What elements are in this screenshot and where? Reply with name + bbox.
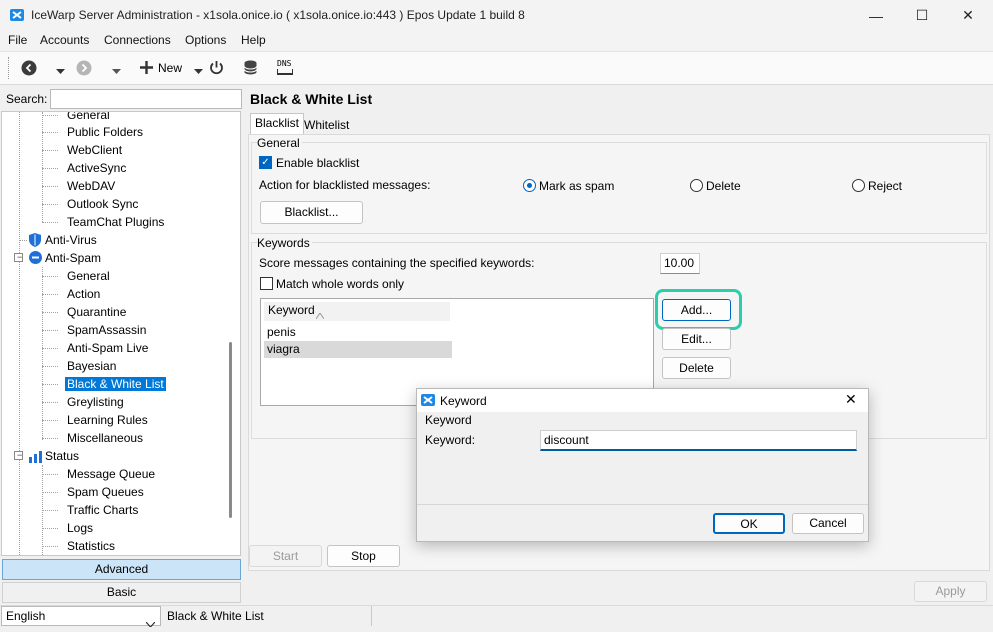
blacklist-button[interactable]: Blacklist...: [260, 201, 363, 224]
tree-item-bayesian[interactable]: Bayesian: [42, 357, 118, 375]
language-value: English: [6, 609, 46, 623]
tree-item-outlook-sync[interactable]: Outlook Sync: [42, 195, 140, 213]
new-button-label[interactable]: New: [158, 61, 182, 75]
tree-scrollbar[interactable]: [229, 342, 232, 518]
sort-ascending-icon: [315, 307, 325, 324]
radio-mark-as-spam[interactable]: [523, 179, 536, 192]
start-button[interactable]: Start: [249, 545, 322, 567]
add-button-highlight: [655, 289, 742, 330]
maximize-button[interactable]: ☐: [899, 0, 945, 31]
power-icon[interactable]: [209, 60, 224, 78]
database-icon[interactable]: [244, 60, 257, 78]
dialog-app-icon: [421, 393, 435, 410]
list-item-selected[interactable]: viagra: [264, 341, 452, 358]
close-button[interactable]: ✕: [945, 0, 991, 31]
tree-item-public-folders[interactable]: Public Folders: [42, 123, 145, 141]
dialog-title: Keyword: [440, 394, 487, 408]
tree-item-teamchat-plugins[interactable]: TeamChat Plugins: [42, 213, 166, 231]
search-label: Search:: [6, 92, 48, 106]
menu-connections[interactable]: Connections: [104, 33, 171, 47]
tree-item-spamassassin[interactable]: SpamAssassin: [42, 321, 148, 339]
edit-keyword-button[interactable]: Edit...: [662, 328, 731, 350]
dialog-cancel-button[interactable]: Cancel: [792, 513, 864, 534]
tree-item-activesync[interactable]: ActiveSync: [42, 159, 128, 177]
delete-label: Delete: [706, 179, 741, 193]
status-current-page: Black & White List: [167, 609, 264, 623]
enable-blacklist-label: Enable blacklist: [276, 156, 360, 170]
tree-item-statistics[interactable]: Statistics: [42, 537, 117, 555]
keywords-legend: Keywords: [257, 236, 312, 250]
forward-icon[interactable]: [76, 60, 92, 76]
new-plus-icon[interactable]: [140, 61, 153, 77]
navigation-tree[interactable]: General Public Folders WebClient ActiveS…: [1, 111, 241, 556]
status-divider: [371, 606, 372, 626]
back-dropdown-icon[interactable]: [56, 64, 65, 78]
dialog-body: [417, 412, 868, 504]
collapse-icon[interactable]: −: [14, 253, 23, 262]
tree-item-miscellaneous[interactable]: Miscellaneous: [42, 429, 145, 447]
collapse-icon[interactable]: −: [14, 451, 23, 460]
menu-accounts[interactable]: Accounts: [40, 33, 89, 47]
page-title: Black & White List: [250, 91, 373, 107]
keyword-input[interactable]: [540, 430, 857, 451]
tree-item-traffic-charts[interactable]: Traffic Charts: [42, 501, 140, 519]
new-dropdown-icon[interactable]: [194, 64, 203, 78]
action-label: Action for blacklisted messages:: [259, 178, 431, 192]
mark-as-spam-label: Mark as spam: [539, 179, 615, 193]
dns-label: DNS: [277, 59, 292, 68]
menu-help[interactable]: Help: [241, 33, 266, 47]
menu-file[interactable]: File: [8, 33, 27, 47]
window-title: IceWarp Server Administration - x1sola.o…: [31, 8, 525, 22]
tree-item-spam-queues[interactable]: Spam Queues: [42, 483, 146, 501]
icewarp-logo-icon: [10, 8, 24, 22]
tree-item-greylisting[interactable]: Greylisting: [42, 393, 126, 411]
dns-icon[interactable]: DNS: [277, 60, 293, 75]
stop-button[interactable]: Stop: [327, 545, 400, 567]
back-icon[interactable]: [21, 60, 37, 76]
keyword-column-header[interactable]: Keyword: [264, 302, 450, 321]
menu-options[interactable]: Options: [185, 33, 226, 47]
dialog-close-button[interactable]: ✕: [845, 391, 857, 408]
list-item[interactable]: penis: [264, 323, 450, 341]
match-whole-words-label: Match whole words only: [276, 277, 405, 291]
apply-button[interactable]: Apply: [914, 581, 987, 602]
score-input[interactable]: 10.00: [660, 253, 700, 274]
match-whole-words-checkbox[interactable]: [260, 277, 273, 290]
tree-item-logs[interactable]: Logs: [42, 519, 95, 537]
dialog-field-label: Keyword:: [425, 433, 476, 447]
tab-blacklist[interactable]: Blacklist: [250, 113, 305, 135]
score-label: Score messages containing the specified …: [259, 256, 535, 270]
tree-item-general[interactable]: General: [42, 267, 112, 285]
general-legend: General: [257, 136, 302, 150]
tree-item-black-white-list[interactable]: Black & White List: [42, 375, 166, 393]
tree-item-webdav[interactable]: WebDAV: [42, 177, 117, 195]
advanced-mode-button[interactable]: Advanced: [2, 559, 241, 580]
dialog-ok-button[interactable]: OK: [713, 513, 785, 534]
forward-dropdown-icon[interactable]: [112, 64, 121, 78]
basic-mode-button[interactable]: Basic: [2, 582, 241, 603]
tree-item-learning-rules[interactable]: Learning Rules: [42, 411, 150, 429]
dialog-group-label: Keyword: [425, 413, 472, 427]
tree-item-anti-spam-live[interactable]: Anti-Spam Live: [42, 339, 150, 357]
tree-item-status[interactable]: − Status: [12, 447, 81, 465]
search-input[interactable]: [50, 89, 242, 109]
tree-item-action[interactable]: Action: [42, 285, 102, 303]
reject-label: Reject: [868, 179, 903, 193]
chevron-down-icon: [145, 614, 156, 632]
tree-item-message-queue[interactable]: Message Queue: [42, 465, 157, 483]
radio-reject[interactable]: [852, 179, 865, 192]
tree-item-anti-virus[interactable]: Anti-Virus: [19, 231, 99, 249]
tree-item-webclient[interactable]: WebClient: [42, 141, 124, 159]
radio-delete[interactable]: [690, 179, 703, 192]
toolbar-grip: [8, 57, 11, 79]
keyword-column-label: Keyword: [268, 303, 315, 317]
tree-item-quarantine[interactable]: Quarantine: [42, 303, 128, 321]
language-select[interactable]: English: [1, 606, 161, 628]
tree-item-anti-spam[interactable]: − Anti-Spam: [12, 249, 103, 267]
minimize-button[interactable]: —: [853, 0, 899, 31]
delete-keyword-button[interactable]: Delete: [662, 357, 731, 379]
enable-blacklist-checkbox[interactable]: ✓: [259, 156, 272, 169]
